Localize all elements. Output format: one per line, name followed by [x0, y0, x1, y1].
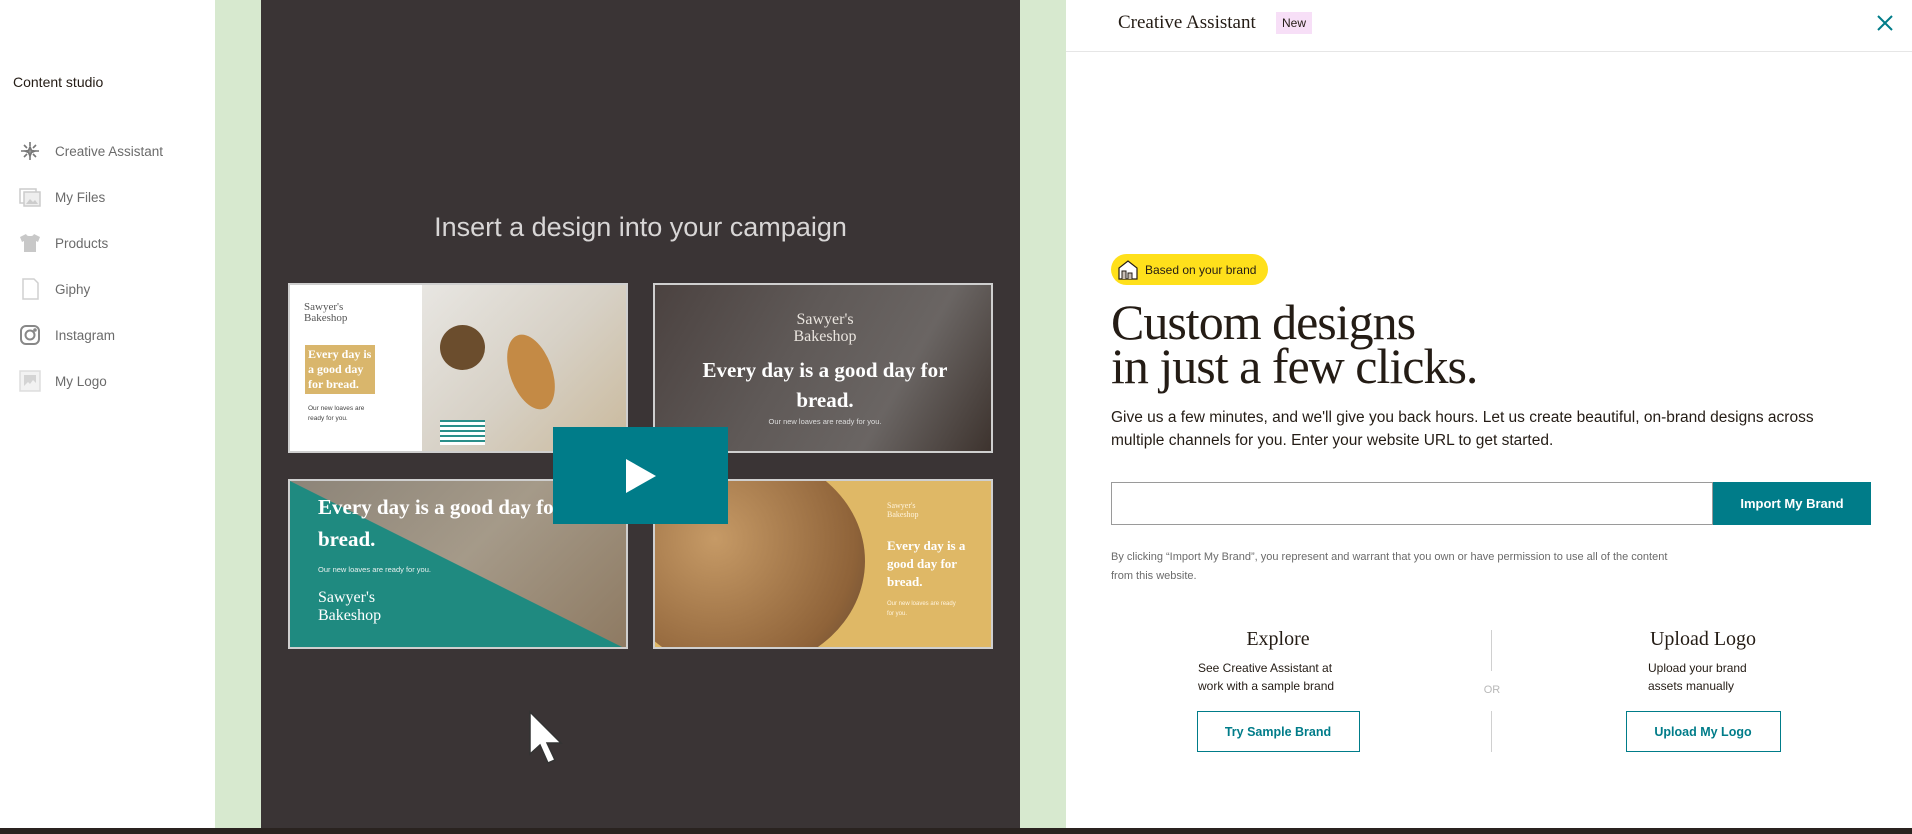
explore-section: Explore See Creative Assistant at work w…: [1158, 628, 1398, 752]
sidebar-title: Content studio: [13, 74, 104, 90]
website-url-input[interactable]: [1111, 482, 1713, 525]
disclaimer-text: By clicking “Import My Brand”, you repre…: [1111, 551, 1668, 582]
headline: Custom designs in just a few clicks.: [1111, 297, 1478, 394]
intro-paragraph: Give us a few minutes, and we'll give yo…: [1111, 409, 1814, 449]
card-tagline: Every day is a good day for bread.: [887, 538, 966, 589]
upload-logo-section: Upload Logo Upload your brand assets man…: [1583, 628, 1823, 752]
sidebar-item-my-files[interactable]: My Files: [18, 182, 208, 212]
divider: [1491, 630, 1492, 671]
video-title: Insert a design into your campaign: [434, 212, 847, 242]
card-logo: Sawyer's Bakeshop: [318, 589, 382, 624]
divider: [1491, 711, 1492, 752]
import-my-brand-button[interactable]: Import My Brand: [1713, 482, 1871, 525]
card-logo: Sawyer's Bakeshop: [304, 301, 348, 324]
logo-image-icon: [18, 369, 42, 393]
card-tagline: Every day is a good day for bread.: [305, 345, 375, 394]
tshirt-icon: [18, 231, 42, 255]
images-icon: [18, 185, 42, 209]
card-subtext: Our new loaves are ready for you.: [308, 405, 365, 422]
try-sample-brand-button[interactable]: Try Sample Brand: [1196, 711, 1360, 752]
card-logo: Sawyer's Bakeshop: [793, 311, 857, 345]
play-icon: [625, 458, 656, 493]
cursor-icon: [529, 710, 563, 764]
upload-my-logo-button[interactable]: Upload My Logo: [1625, 711, 1781, 752]
left-margin-strip: [215, 0, 261, 828]
file-icon: [18, 277, 42, 301]
sidebar-item-label: Instagram: [55, 327, 116, 343]
panel-header: Creative Assistant New: [1066, 0, 1912, 52]
palette-house-icon: [1118, 259, 1138, 280]
or-label: OR: [1483, 684, 1501, 696]
panel-title: Creative Assistant: [1118, 12, 1256, 33]
bottom-bar: [0, 828, 1912, 834]
sidebar-item-label: Products: [55, 235, 109, 251]
card-logo: Sawyer's Bakeshop: [887, 501, 919, 519]
sidebar-item-instagram[interactable]: Instagram: [18, 320, 208, 350]
sidebar-item-my-logo[interactable]: My Logo: [18, 366, 208, 396]
instagram-icon: [18, 323, 42, 347]
card-subtext: Our new loaves are ready for you.: [318, 565, 431, 574]
close-icon[interactable]: [1876, 14, 1894, 32]
sidebar-item-label: Giphy: [55, 281, 91, 297]
sidebar-item-giphy[interactable]: Giphy: [18, 274, 208, 304]
explore-title: Explore: [1246, 628, 1310, 650]
card-subtext: Our new loaves are ready for you.: [887, 601, 956, 617]
sidebar-item-creative-assistant[interactable]: Creative Assistant: [18, 136, 208, 166]
sidebar-item-label: My Logo: [55, 373, 107, 389]
creative-assistant-panel: Creative Assistant New Based on your bra…: [1066, 0, 1912, 828]
video-preview[interactable]: Insert a design into your campaign Sawye…: [261, 0, 1020, 828]
headline-line-2: in just a few clicks.: [1111, 338, 1478, 394]
sidebar-item-products[interactable]: Products: [18, 228, 208, 258]
brand-badge: Based on your brand: [1111, 254, 1269, 285]
explore-description: See Creative Assistant at work with a sa…: [1198, 661, 1335, 693]
sparkle-icon: [18, 139, 42, 163]
brand-badge-label: Based on your brand: [1145, 262, 1257, 277]
right-margin-strip: [1020, 0, 1066, 828]
card-tagline: Every day is a good day for bread.: [702, 358, 948, 412]
sidebar: Content studio Creative Assistant My Fil…: [0, 0, 215, 828]
upload-logo-description: Upload your brand assets manually: [1648, 661, 1747, 693]
sidebar-item-label: Creative Assistant: [55, 143, 164, 159]
card-subtext: Our new loaves are ready for you.: [768, 417, 882, 426]
play-button[interactable]: [553, 427, 728, 524]
upload-logo-title: Upload Logo: [1649, 628, 1757, 650]
new-badge: New: [1276, 12, 1313, 34]
sidebar-item-label: My Files: [55, 189, 106, 205]
